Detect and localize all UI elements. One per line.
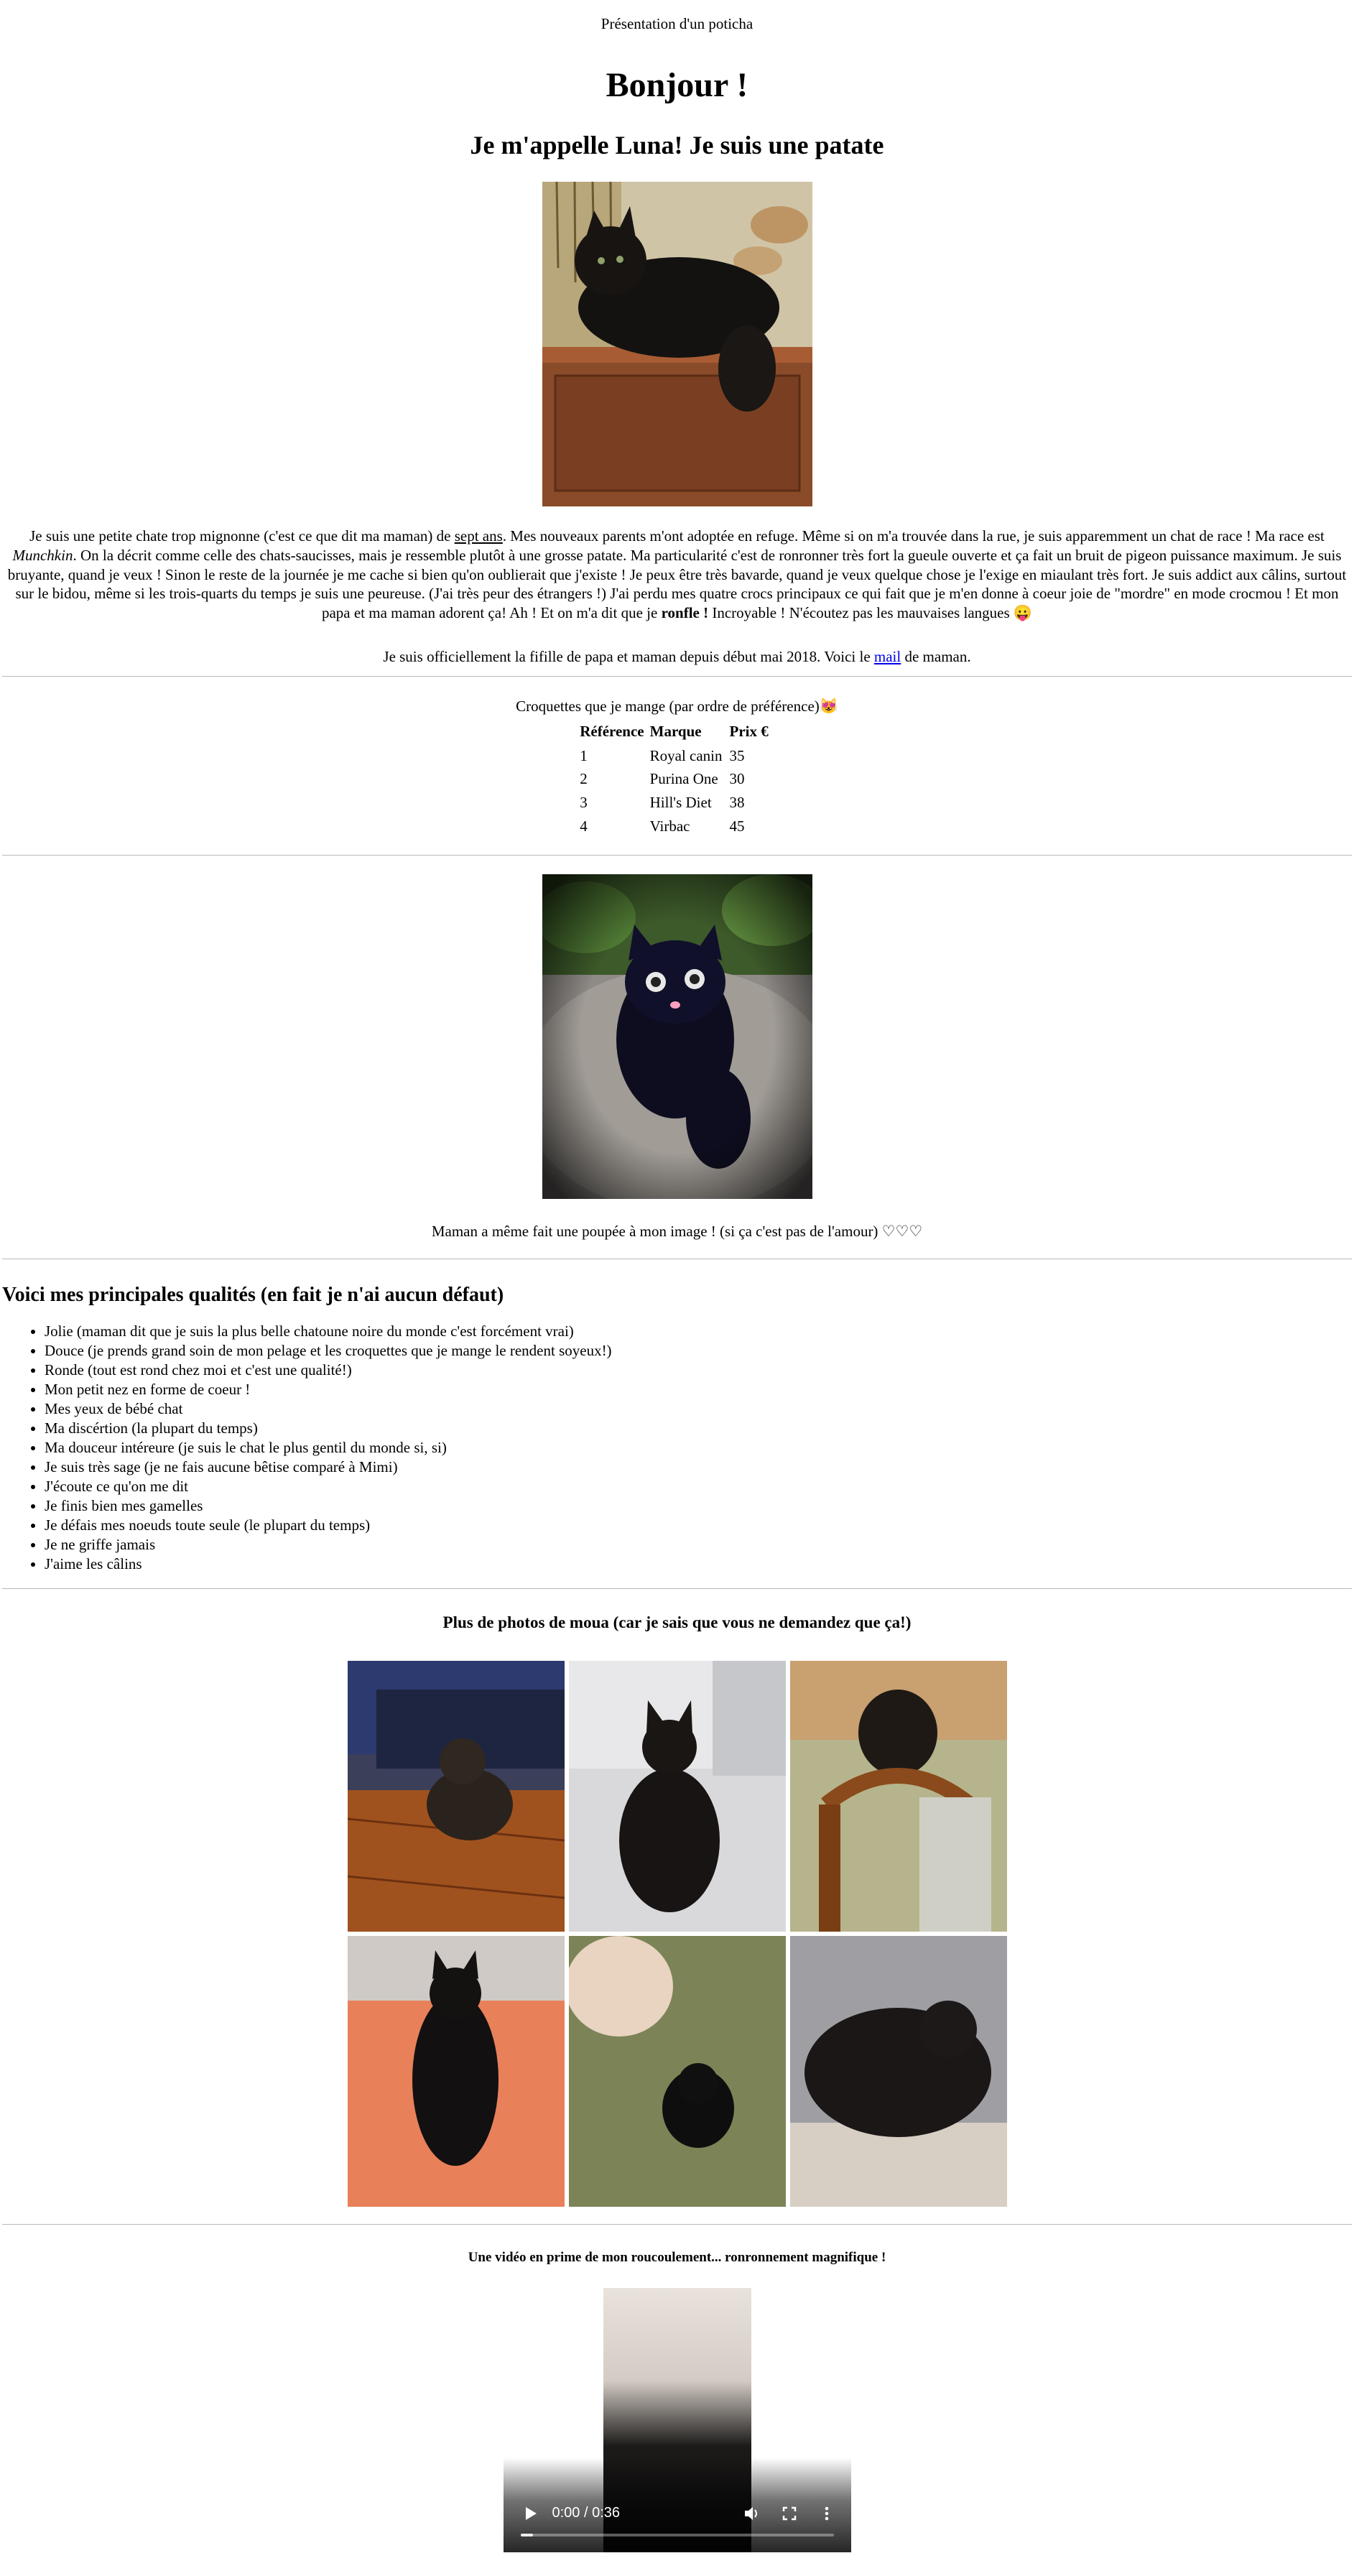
list-item: Ma discértion (la plupart du temps) [45, 1419, 1354, 1438]
fullscreen-icon[interactable] [771, 2506, 808, 2521]
video-progress-fill [520, 2533, 533, 2536]
table-row: 3 Hill's Diet 38 [580, 791, 774, 815]
list-item: Ronde (tout est rond chez moi et c'est u… [45, 1361, 1354, 1380]
more-photos-title: Plus de photos de moua (car je sais que … [442, 1613, 912, 1632]
video-progress-bar[interactable] [520, 2533, 834, 2536]
doll-caption: Maman a même fait une poupée à mon image… [431, 1223, 923, 1241]
list-item: Je finis bien mes gamelles [45, 1496, 1354, 1516]
video-controls: 0:00 / 0:36 [504, 2499, 851, 2528]
kibble-section: Croquettes que je mange (par ordre de pr… [0, 697, 1354, 838]
list-item: Ma douceur intéreure (je suis le chat le… [45, 1438, 1354, 1458]
subheading: Je m'appelle Luna! Je suis une patate [470, 130, 884, 159]
gallery-photo [347, 1935, 565, 2207]
cell-price: 30 [729, 770, 745, 788]
gallery-photo [789, 1660, 1007, 1932]
volume-icon[interactable] [733, 2506, 771, 2521]
header-price: Prix € [729, 722, 769, 740]
more-options-icon[interactable] [808, 2506, 845, 2521]
cell-reference: 3 [580, 793, 588, 811]
adoption-paragraph: Je suis officiellement la fifille de pap… [383, 647, 971, 665]
table-row: 4 Virbac 45 [580, 815, 774, 838]
table-row: 2 Purina One 30 [580, 767, 774, 791]
doll-photo [542, 874, 812, 1200]
qualities-list: Jolie (maman dit que je suis la plus bel… [0, 1322, 1354, 1574]
list-item: Mes yeux de bébé chat [45, 1399, 1354, 1419]
main-heading: Bonjour ! [606, 65, 748, 104]
table-header-row: Référence Marque Prix € [580, 721, 774, 744]
heart-eyes-cat-icon: 😻 [819, 698, 838, 715]
table-row: 1 Royal canin 35 [580, 744, 774, 768]
page: Présentation d'un poticha Bonjour ! Je m… [0, 0, 1354, 2552]
hero-cat-photo [542, 182, 812, 507]
cell-brand: Purina One [649, 770, 718, 788]
page-title: Présentation d'un poticha [601, 15, 753, 32]
gallery-photo [568, 1660, 786, 1932]
breed-text: Munchkin [12, 546, 73, 564]
tongue-emoji-icon: 😛 [1013, 603, 1033, 621]
snore-text: ronfle ! [661, 603, 709, 621]
divider [2, 2223, 1352, 2225]
divider [2, 1588, 1352, 1590]
header-brand: Marque [649, 722, 702, 740]
mail-link[interactable]: mail [874, 648, 901, 665]
video-time: 0:00 / 0:36 [552, 2505, 621, 2521]
cell-price: 38 [729, 793, 745, 811]
play-icon[interactable] [509, 2506, 552, 2521]
kibble-title: Croquettes que je mange (par ordre de pr… [516, 698, 838, 715]
gallery-photo [789, 1935, 1007, 2207]
list-item: J'aime les câlins [45, 1555, 1354, 1574]
list-item: J'écoute ce qu'on me dit [45, 1477, 1354, 1496]
cell-reference: 4 [580, 817, 588, 835]
photo-gallery [347, 1660, 1007, 2207]
cell-brand: Hill's Diet [649, 793, 712, 811]
list-item: Jolie (maman dit que je suis la plus bel… [45, 1322, 1354, 1341]
kibble-table: Référence Marque Prix € 1 Royal canin 35… [580, 721, 774, 838]
header-reference: Référence [580, 722, 644, 740]
cell-reference: 1 [580, 746, 588, 764]
cell-brand: Royal canin [649, 746, 723, 764]
gallery-photo [568, 1935, 786, 2207]
list-item: Douce (je prends grand soin de mon pelag… [45, 1341, 1354, 1361]
list-item: Je défais mes noeuds toute seule (le plu… [45, 1516, 1354, 1535]
video-title: Une vidéo en prime de mon roucoulement..… [468, 2249, 886, 2265]
cell-reference: 2 [580, 770, 588, 788]
age-text: sept ans [454, 527, 503, 545]
list-item: Je suis très sage (je ne fais aucune bêt… [45, 1458, 1354, 1477]
qualities-title: Voici mes principales qualités (en fait … [2, 1283, 504, 1306]
list-item: Je ne griffe jamais [45, 1535, 1354, 1555]
gallery-photo [347, 1660, 565, 1932]
video-player[interactable]: 0:00 / 0:36 [503, 2287, 851, 2552]
intro-paragraph: Je suis une petite chate trop mignonne (… [7, 527, 1347, 621]
list-item: Mon petit nez en forme de coeur ! [45, 1380, 1354, 1399]
divider [2, 676, 1352, 677]
cell-brand: Virbac [649, 817, 690, 835]
cell-price: 35 [729, 746, 745, 764]
cell-price: 45 [729, 817, 745, 835]
